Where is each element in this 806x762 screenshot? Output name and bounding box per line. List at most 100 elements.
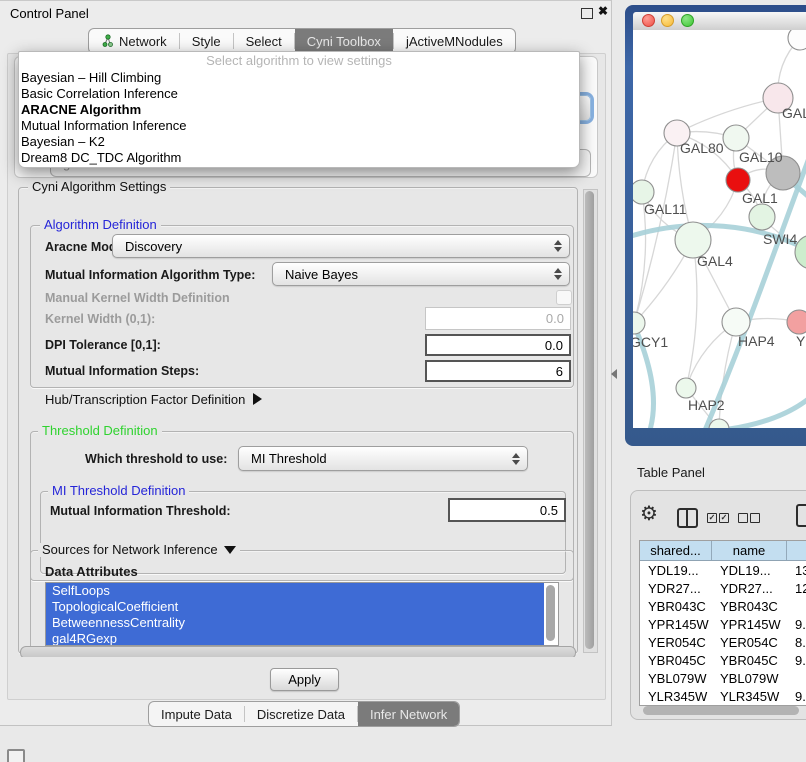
table-cell: YPR145W <box>712 617 787 632</box>
table-cell: 9. <box>787 617 806 632</box>
table-cell: YDR27... <box>640 581 712 596</box>
attribute-list-item[interactable]: gal4RGexp <box>46 631 544 646</box>
collapsed-arrow-icon <box>253 393 262 405</box>
table-row[interactable]: YLR345WYLR345W9. <box>640 687 806 705</box>
table-cell: YLR345W <box>712 689 787 704</box>
dropdown-placeholder: Select algorithm to view settings <box>19 52 579 70</box>
select-all-checkbox-icon[interactable]: ✓ <box>707 513 717 523</box>
network-window-titlebar[interactable] <box>633 12 806 30</box>
data-attributes-list[interactable]: SelfLoopsTopologicalCoefficientBetweenne… <box>45 582 559 646</box>
scrollbar-thumb[interactable] <box>585 191 594 649</box>
table-horizontal-scrollbar[interactable] <box>643 706 799 715</box>
tab-network[interactable]: Network <box>89 29 179 53</box>
tab-select[interactable]: Select <box>234 29 294 53</box>
network-node-hap4[interactable] <box>722 308 750 336</box>
close-traffic-light[interactable] <box>642 14 655 27</box>
sources-group-title[interactable]: Sources for Network Inference <box>38 543 240 557</box>
network-node-gal10[interactable] <box>723 125 749 151</box>
columns-icon[interactable] <box>677 508 698 528</box>
network-node-label: GAL <box>782 105 806 121</box>
network-node-gal1[interactable] <box>726 168 750 192</box>
dropdown-item[interactable]: Mutual Information Inference <box>19 118 579 134</box>
dropdown-item[interactable]: ARACNE Algorithm <box>19 102 579 118</box>
settings-vertical-scrollbar[interactable] <box>583 189 598 653</box>
table-cell: YDL19... <box>712 563 787 578</box>
combo-spinner-icon <box>554 268 562 280</box>
table-cell: 9. <box>787 689 806 704</box>
node-table[interactable]: shared...name YDL19...YDL19...13YDR27...… <box>639 540 806 706</box>
which-threshold-value: MI Threshold <box>251 451 327 466</box>
dropdown-item[interactable]: Dream8 DC_TDC Algorithm <box>19 150 579 166</box>
tab-discretize-data[interactable]: Discretize Data <box>245 702 357 726</box>
column-header[interactable]: shared... <box>640 541 712 560</box>
tab-impute-data[interactable]: Impute Data <box>149 702 244 726</box>
table-row[interactable]: YBL079WYBL079W <box>640 669 806 687</box>
deselect-all-checkbox-icon[interactable] <box>738 513 748 523</box>
deselect-all-checkbox-icon[interactable] <box>750 513 760 523</box>
table-row[interactable]: YDR27...YDR27...12 <box>640 579 806 597</box>
dropdown-item[interactable]: Basic Correlation Inference <box>19 86 579 102</box>
hub-definition-toggle[interactable]: Hub/Transcription Factor Definition <box>45 392 262 407</box>
table-cell: YER054C <box>712 635 787 650</box>
bottom-tabbar: Impute DataDiscretize DataInfer Network <box>148 701 460 727</box>
network-node-hap2[interactable] <box>676 378 696 398</box>
attribute-list-item[interactable]: SelfLoops <box>46 583 544 599</box>
dropdown-item[interactable]: Bayesian – Hill Climbing <box>19 70 579 86</box>
gear-icon[interactable]: ⚙ <box>640 501 658 526</box>
splitter-collapse-icon[interactable] <box>611 369 617 379</box>
float-window-icon[interactable] <box>581 8 593 19</box>
minimize-traffic-light[interactable] <box>661 14 674 27</box>
attribute-list-item[interactable]: TopologicalCoefficient <box>46 599 544 615</box>
mi-threshold-label: Mutual Information Threshold: <box>50 504 231 518</box>
network-node-label: GCY1 <box>633 334 668 350</box>
partial-toolbar-icon[interactable] <box>796 504 806 527</box>
dropdown-item[interactable]: Bayesian – K2 <box>19 134 579 150</box>
dpi-tolerance-field[interactable]: 0.0 <box>425 334 571 356</box>
table-cell: 8. <box>787 635 806 650</box>
mi-type-label: Mutual Information Algorithm Type: <box>45 268 255 282</box>
bottom-corner-icon[interactable] <box>7 749 25 762</box>
kernel-width-field[interactable]: 0.0 <box>425 307 571 330</box>
screen: Control Panel ✖ NetworkStyleSelectCyni T… <box>0 0 806 762</box>
tab-label: jActiveMNodules <box>406 34 503 49</box>
table-cell: YLR345W <box>640 689 712 704</box>
network-node[interactable] <box>749 204 775 230</box>
data-attributes-label: Data Attributes <box>45 564 138 579</box>
zoom-traffic-light[interactable] <box>681 14 694 27</box>
column-header[interactable] <box>787 541 806 560</box>
which-threshold-combo[interactable]: MI Threshold <box>238 446 528 471</box>
network-node-y[interactable] <box>787 310 806 334</box>
tab-jactivemnodules[interactable]: jActiveMNodules <box>394 29 515 53</box>
apply-button[interactable]: Apply <box>270 668 339 691</box>
table-row[interactable]: YDL19...YDL19...13 <box>640 561 806 579</box>
tab-label: Style <box>192 34 221 49</box>
table-row[interactable]: YPR145WYPR145W9. <box>640 615 806 633</box>
manual-kernel-checkbox[interactable] <box>556 290 572 305</box>
aracne-mode-combo[interactable]: Discovery <box>112 234 570 258</box>
mi-threshold-field[interactable]: 0.5 <box>448 498 566 522</box>
column-header[interactable]: name <box>712 541 787 560</box>
table-row[interactable]: YBR043CYBR043C <box>640 597 806 615</box>
manual-kernel-label: Manual Kernel Width Definition <box>45 291 230 305</box>
close-icon[interactable]: ✖ <box>598 4 608 18</box>
attribute-list-item[interactable]: BetweennessCentrality <box>46 615 544 631</box>
mi-steps-field[interactable]: 6 <box>425 360 571 382</box>
list-scrollbar-thumb[interactable] <box>546 585 555 641</box>
network-node[interactable] <box>788 30 806 50</box>
network-canvas[interactable]: GALGAL80GAL10GAL1GAL11GAL4SWI4HAP4YGCY1H… <box>633 30 806 428</box>
tab-style[interactable]: Style <box>180 29 233 53</box>
mi-steps-value: 6 <box>556 364 563 379</box>
network-node-gcy1[interactable] <box>633 312 645 334</box>
network-node-label: HAP4 <box>738 333 775 349</box>
mi-type-combo[interactable]: Naive Bayes <box>272 262 570 286</box>
table-row[interactable]: YER054CYER054C8. <box>640 633 806 651</box>
table-row[interactable]: YBR045CYBR045C9. <box>640 651 806 669</box>
select-all-checkbox-icon[interactable]: ✓ <box>719 513 729 523</box>
tab-infer-network[interactable]: Infer Network <box>358 702 459 726</box>
aracne-mode-value: Discovery <box>125 239 182 254</box>
cyni-settings-group-title: Cyni Algorithm Settings <box>28 180 170 194</box>
table-header-row[interactable]: shared...name <box>640 541 806 561</box>
tab-cyni-toolbox[interactable]: Cyni Toolbox <box>295 29 393 53</box>
dpi-tolerance-label: DPI Tolerance [0,1]: <box>45 338 161 352</box>
mi-steps-label: Mutual Information Steps: <box>45 364 199 378</box>
